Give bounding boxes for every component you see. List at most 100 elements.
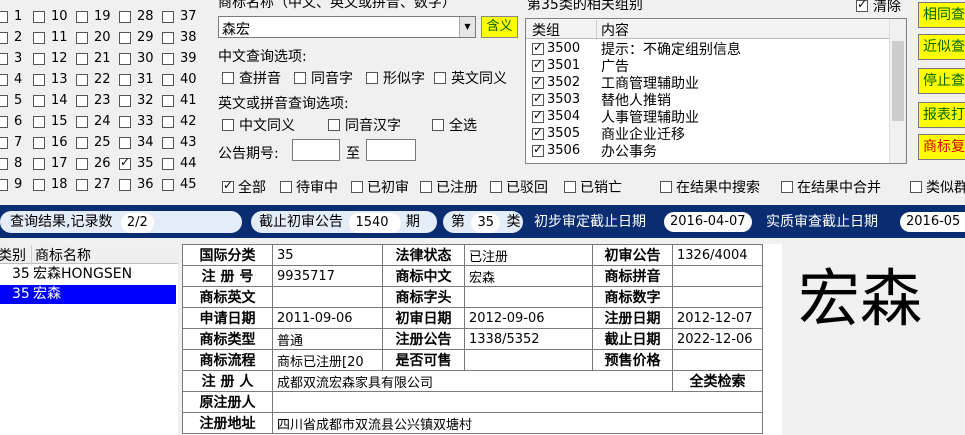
class-checkbox[interactable]: 42 xyxy=(162,111,197,132)
same-search-button[interactable]: 相同查 xyxy=(918,2,965,28)
group-row[interactable]: 3502工商管理辅助业 xyxy=(532,74,699,92)
checkbox[interactable] xyxy=(33,94,45,107)
checkbox[interactable] xyxy=(532,91,544,106)
status-filter[interactable]: 已初审 xyxy=(351,177,409,197)
checkbox[interactable] xyxy=(162,115,174,128)
checkbox[interactable] xyxy=(33,115,45,128)
option-cn-synonym[interactable]: 中文同义 xyxy=(222,115,295,135)
checkbox[interactable] xyxy=(532,57,544,72)
class-checkbox[interactable]: 25 xyxy=(76,132,111,153)
status-filter[interactable]: 已注册 xyxy=(420,177,478,197)
clear-checkbox[interactable]: 清除 xyxy=(856,0,901,16)
similar-search-button[interactable]: 近似查 xyxy=(918,34,965,60)
class-checkbox[interactable]: 18 xyxy=(33,174,68,195)
class-checkbox[interactable]: 3 xyxy=(0,48,22,69)
report-print-button[interactable]: 报表打 xyxy=(918,102,965,128)
class-checkbox[interactable]: 16 xyxy=(33,132,68,153)
checkbox[interactable] xyxy=(328,119,340,131)
group-row[interactable]: 3506 办公事务 xyxy=(532,142,657,160)
checkbox[interactable] xyxy=(532,74,544,89)
class-checkbox[interactable]: 10 xyxy=(33,6,68,27)
checkbox[interactable] xyxy=(532,40,544,55)
class-checkbox[interactable]: 32 xyxy=(119,90,154,111)
checkbox[interactable] xyxy=(33,157,45,170)
checkbox[interactable] xyxy=(532,108,544,123)
class-checkbox[interactable]: 12 xyxy=(33,48,68,69)
option-similar-shape[interactable]: 形似字 xyxy=(366,68,425,88)
checkbox[interactable] xyxy=(434,72,446,84)
checkbox[interactable] xyxy=(0,52,8,65)
checkbox[interactable] xyxy=(490,181,502,193)
class-checkbox[interactable]: 44 xyxy=(162,153,197,174)
class-checkbox[interactable]: 37 xyxy=(162,6,197,27)
checkbox[interactable] xyxy=(76,73,88,86)
status-filter[interactable]: 待审中 xyxy=(280,177,338,197)
group-row[interactable]: 3503替他人推销 xyxy=(532,91,671,109)
checkbox[interactable] xyxy=(532,125,544,140)
checkbox[interactable] xyxy=(162,10,174,23)
result-row[interactable]: 35 宏森HONGSEN xyxy=(0,265,176,284)
checkbox[interactable] xyxy=(162,178,174,191)
class-checkbox[interactable]: 34 xyxy=(119,132,154,153)
related-groups-list[interactable]: 类组 内容 3500提示：不确定组别信息3501广告3502工商管理辅助业350… xyxy=(525,18,907,164)
checkbox[interactable] xyxy=(856,0,868,12)
checkbox[interactable] xyxy=(781,181,793,193)
result-row[interactable]: 35 宏森 xyxy=(0,285,176,304)
checkbox[interactable] xyxy=(33,10,45,23)
class-checkbox[interactable]: 13 xyxy=(33,69,68,90)
checkbox[interactable] xyxy=(119,136,131,149)
group-row[interactable]: 3501广告 xyxy=(532,57,629,75)
class-checkbox[interactable]: 4 xyxy=(0,69,22,90)
checkbox[interactable] xyxy=(162,31,174,44)
class-checkbox[interactable]: 17 xyxy=(33,153,68,174)
scroll-thumb[interactable] xyxy=(892,41,904,121)
status-filter[interactable]: 全部 xyxy=(222,177,266,197)
group-row[interactable]: 3500提示：不确定组别信息 xyxy=(532,40,741,58)
checkbox[interactable] xyxy=(76,115,88,128)
meaning-button[interactable]: 含义 xyxy=(481,16,518,38)
chevron-down-icon[interactable]: ▼ xyxy=(459,17,475,37)
class-checkbox[interactable]: 8 xyxy=(0,153,22,174)
class-checkbox[interactable]: 36 xyxy=(119,174,154,195)
class-checkbox[interactable]: 23 xyxy=(76,90,111,111)
all-class-search-link[interactable]: 全类检索 xyxy=(672,370,763,392)
class-checkbox[interactable]: 38 xyxy=(162,27,197,48)
class-checkbox[interactable]: 41 xyxy=(162,90,197,111)
class-checkbox[interactable]: 28 xyxy=(119,6,154,27)
checkbox[interactable] xyxy=(432,119,444,131)
group-row[interactable]: 3505商业企业迁移 xyxy=(532,125,685,143)
checkbox[interactable] xyxy=(0,94,8,107)
status-filter[interactable]: 在结果中合并 xyxy=(781,177,881,197)
checkbox[interactable] xyxy=(294,72,306,84)
class-checkbox[interactable]: 2 xyxy=(0,27,22,48)
checkbox[interactable] xyxy=(33,178,45,191)
class-checkbox[interactable]: 27 xyxy=(76,174,111,195)
option-select-all[interactable]: 全选 xyxy=(432,115,477,135)
status-filter[interactable]: 已驳回 xyxy=(490,177,548,197)
class-checkbox[interactable]: 14 xyxy=(33,90,68,111)
class-checkbox[interactable]: 22 xyxy=(76,69,111,90)
class-checkbox[interactable]: 29 xyxy=(119,27,154,48)
checkbox[interactable] xyxy=(0,31,8,44)
checkbox[interactable] xyxy=(162,73,174,86)
group-row[interactable]: 3504人事管理辅助业 xyxy=(532,108,699,126)
option-pinyin[interactable]: 查拼音 xyxy=(222,68,281,88)
option-homophone[interactable]: 同音字 xyxy=(294,68,353,88)
trademark-name-combobox[interactable]: 森宏 ▼ xyxy=(218,16,476,38)
checkbox[interactable] xyxy=(76,10,88,23)
checkbox[interactable] xyxy=(564,181,576,193)
stop-search-button[interactable]: 停止查 xyxy=(918,68,965,94)
checkbox[interactable] xyxy=(76,178,88,191)
checkbox[interactable] xyxy=(420,181,432,193)
checkbox[interactable] xyxy=(532,142,544,157)
checkbox[interactable] xyxy=(76,157,88,170)
checkbox[interactable] xyxy=(162,136,174,149)
checkbox[interactable] xyxy=(0,73,8,86)
class-checkbox[interactable]: 31 xyxy=(119,69,154,90)
class-checkbox[interactable]: 19 xyxy=(76,6,111,27)
checkbox[interactable] xyxy=(119,155,131,170)
checkbox[interactable] xyxy=(0,10,8,23)
class-checkbox[interactable]: 5 xyxy=(0,90,22,111)
checkbox[interactable] xyxy=(119,178,131,191)
checkbox[interactable] xyxy=(366,72,378,84)
